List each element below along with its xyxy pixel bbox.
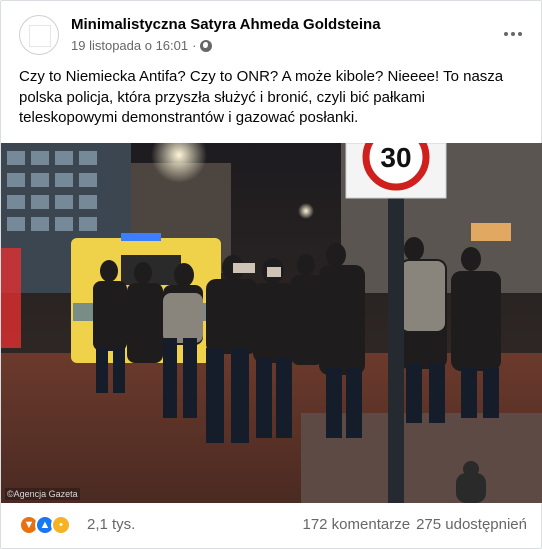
- page-name-link[interactable]: Minimalistyczna Satyra Ahmeda Goldsteina: [71, 16, 381, 33]
- post-photo[interactable]: 30 ©Agencja Gazeta: [1, 143, 542, 503]
- post-date-link[interactable]: 19 listopada o 16:01: [71, 38, 188, 53]
- sad-icon: •: [51, 515, 71, 535]
- comments-count[interactable]: 172 komentarze: [302, 516, 410, 533]
- reaction-icons[interactable]: ▼ ▲ •: [19, 515, 71, 535]
- post-header: Minimalistyczna Satyra Ahmeda Goldsteina…: [19, 14, 527, 58]
- speed-sign-number: 30: [380, 143, 411, 173]
- post-stats: 172 komentarze 275 udostępnień: [302, 516, 527, 533]
- photo-scene: 30: [1, 143, 542, 503]
- more-horizontal-icon: [504, 32, 508, 36]
- page-avatar[interactable]: [19, 15, 59, 55]
- more-options-button[interactable]: [501, 22, 525, 46]
- photo-credit: ©Agencja Gazeta: [5, 488, 80, 500]
- reaction-count[interactable]: 2,1 tys.: [87, 516, 135, 533]
- post-card: Minimalistyczna Satyra Ahmeda Goldsteina…: [0, 0, 542, 549]
- globe-icon: [200, 39, 213, 52]
- post-meta: 19 listopada o 16:01 ·: [71, 38, 213, 53]
- meta-separator: ·: [192, 38, 197, 53]
- post-footer: ▼ ▲ • 2,1 tys. 172 komentarze 275 udostę…: [19, 514, 527, 538]
- post-text: Czy to Niemiecka Antifa? Czy to ONR? A m…: [19, 68, 504, 126]
- shares-count[interactable]: 275 udostępnień: [416, 516, 527, 533]
